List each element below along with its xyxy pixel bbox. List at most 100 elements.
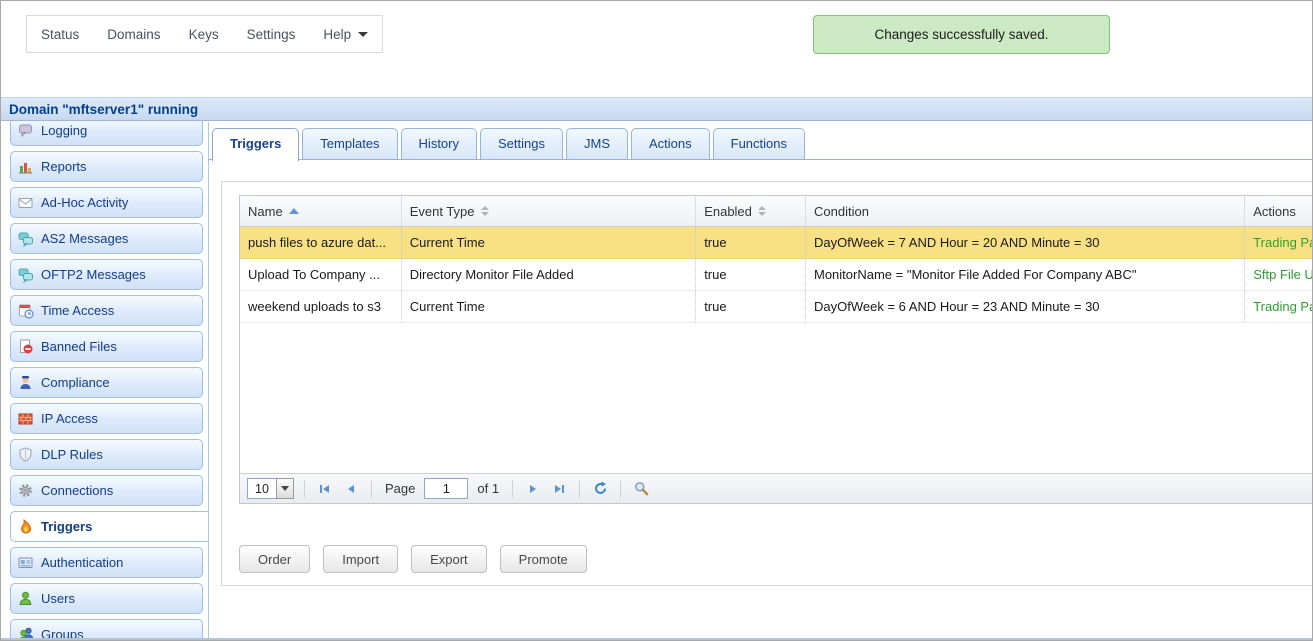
success-alert-text: Changes successfully saved.: [874, 27, 1048, 42]
search-icon: [634, 481, 649, 496]
import-button[interactable]: Import: [323, 545, 398, 573]
order-button[interactable]: Order: [239, 545, 310, 573]
sidebar-item-label: Reports: [41, 159, 87, 174]
sidebar-item-label: Time Access: [41, 303, 114, 318]
tab-history[interactable]: History: [401, 128, 477, 159]
grid-header: Name Event Type Enabled Condition Action…: [240, 196, 1313, 227]
id-card-icon: [18, 555, 34, 571]
column-label: Condition: [814, 204, 869, 219]
sidebar-item-label: Triggers: [41, 519, 92, 534]
sidebar-item-authentication[interactable]: Authentication: [10, 547, 203, 578]
cell-actions: Trading Pa: [1245, 291, 1313, 322]
sidebar-item-reports[interactable]: Reports: [10, 151, 203, 182]
sidebar-item-label: Ad-Hoc Activity: [41, 195, 128, 210]
prev-page-icon: [344, 482, 358, 496]
sidebar-item-ip-access[interactable]: IP Access: [10, 403, 203, 434]
cell-enabled: true: [696, 227, 806, 258]
page-count-label: of 1: [477, 481, 499, 496]
sidebar-item-label: Users: [41, 591, 75, 606]
page-size-value: 10: [247, 478, 277, 499]
sidebar-item-label: Authentication: [41, 555, 123, 570]
sidebar-item-adhoc-activity[interactable]: Ad-Hoc Activity: [10, 187, 203, 218]
combo-trigger-button[interactable]: [276, 478, 294, 499]
calendar-clock-icon: [18, 303, 34, 319]
column-header-actions[interactable]: Actions: [1245, 196, 1313, 226]
page-number-input[interactable]: [424, 478, 468, 499]
cell-name: weekend uploads to s3: [240, 291, 402, 322]
sidebar-item-compliance[interactable]: Compliance: [10, 367, 203, 398]
menu-keys[interactable]: Keys: [189, 27, 219, 42]
column-label: Event Type: [410, 204, 475, 219]
table-row[interactable]: push files to azure dat... Current Time …: [240, 227, 1313, 259]
sidebar-item-dlp-rules[interactable]: DLP Rules: [10, 439, 203, 470]
promote-button[interactable]: Promote: [500, 545, 587, 573]
sidebar-item-label: DLP Rules: [41, 447, 103, 462]
next-page-icon: [526, 482, 540, 496]
sort-icon: [481, 206, 489, 216]
refresh-button[interactable]: [590, 479, 610, 499]
domain-status-title: Domain "mftserver1" running: [9, 102, 198, 117]
menu-domains[interactable]: Domains: [107, 27, 160, 42]
first-page-button[interactable]: [315, 479, 335, 499]
sidebar-item-label: Connections: [41, 483, 113, 498]
pager-separator: [304, 480, 305, 498]
sidebar-item-time-access[interactable]: Time Access: [10, 295, 203, 326]
tab-bar: Triggers Templates History Settings JMS …: [212, 128, 805, 161]
shield-icon: [18, 447, 34, 463]
menu-settings[interactable]: Settings: [247, 27, 296, 42]
sidebar-item-label: Banned Files: [41, 339, 117, 354]
column-header-condition[interactable]: Condition: [806, 196, 1245, 226]
export-button[interactable]: Export: [411, 545, 487, 573]
footer-button-bar: Order Import Export Promote: [239, 545, 587, 573]
sidebar-item-label: OFTP2 Messages: [41, 267, 146, 282]
cell-event-type: Current Time: [402, 291, 696, 322]
page-size-select[interactable]: 10: [247, 478, 294, 499]
sidebar-item-banned-files[interactable]: Banned Files: [10, 331, 203, 362]
table-row[interactable]: Upload To Company ... Directory Monitor …: [240, 259, 1313, 291]
speech-bubble-icon: [18, 123, 34, 139]
sidebar-item-connections[interactable]: Connections: [10, 475, 203, 506]
menu-status[interactable]: Status: [41, 27, 79, 42]
cell-event-type: Directory Monitor File Added: [402, 259, 696, 290]
chevron-down-icon: [281, 486, 289, 491]
next-page-button[interactable]: [523, 479, 543, 499]
menu-help[interactable]: Help: [323, 27, 368, 42]
envelope-icon: [18, 195, 34, 211]
tab-triggers[interactable]: Triggers: [212, 128, 299, 161]
pager-toolbar: 10 Page of 1: [240, 473, 1313, 503]
cell-name: Upload To Company ...: [240, 259, 402, 290]
sidebar-item-oftp2-messages[interactable]: OFTP2 Messages: [10, 259, 203, 290]
search-button[interactable]: [631, 479, 651, 499]
first-page-icon: [318, 482, 332, 496]
column-label: Name: [248, 204, 283, 219]
grid-empty-area: [240, 323, 1313, 473]
last-page-icon: [552, 482, 566, 496]
tab-jms[interactable]: JMS: [566, 128, 628, 159]
domain-status-bar: Domain "mftserver1" running: [1, 97, 1312, 121]
sidebar-item-as2-messages[interactable]: AS2 Messages: [10, 223, 203, 254]
column-header-event-type[interactable]: Event Type: [402, 196, 696, 226]
tab-functions[interactable]: Functions: [713, 128, 805, 159]
pager-separator: [512, 480, 513, 498]
chat-bubbles-icon: [18, 267, 34, 283]
sidebar-item-triggers[interactable]: Triggers: [10, 511, 210, 542]
table-row[interactable]: weekend uploads to s3 Current Time true …: [240, 291, 1313, 323]
last-page-button[interactable]: [549, 479, 569, 499]
sort-icon: [758, 206, 766, 216]
tab-templates[interactable]: Templates: [302, 128, 397, 159]
top-menubar: Status Domains Keys Settings Help: [26, 15, 383, 53]
sidebar: Logging Reports Ad-Hoc Activity AS2 Mess…: [1, 122, 208, 640]
flame-icon: [18, 519, 34, 535]
tab-settings[interactable]: Settings: [480, 128, 563, 159]
column-header-name[interactable]: Name: [240, 196, 402, 226]
cell-condition: DayOfWeek = 6 AND Hour = 23 AND Minute =…: [806, 291, 1245, 322]
sidebar-item-label: Logging: [41, 123, 87, 138]
pager-separator: [371, 480, 372, 498]
chat-bubbles-icon: [18, 231, 34, 247]
column-header-enabled[interactable]: Enabled: [696, 196, 806, 226]
sidebar-item-users[interactable]: Users: [10, 583, 203, 614]
prev-page-button[interactable]: [341, 479, 361, 499]
banned-file-icon: [18, 339, 34, 355]
tab-actions[interactable]: Actions: [631, 128, 710, 159]
pager-separator: [620, 480, 621, 498]
